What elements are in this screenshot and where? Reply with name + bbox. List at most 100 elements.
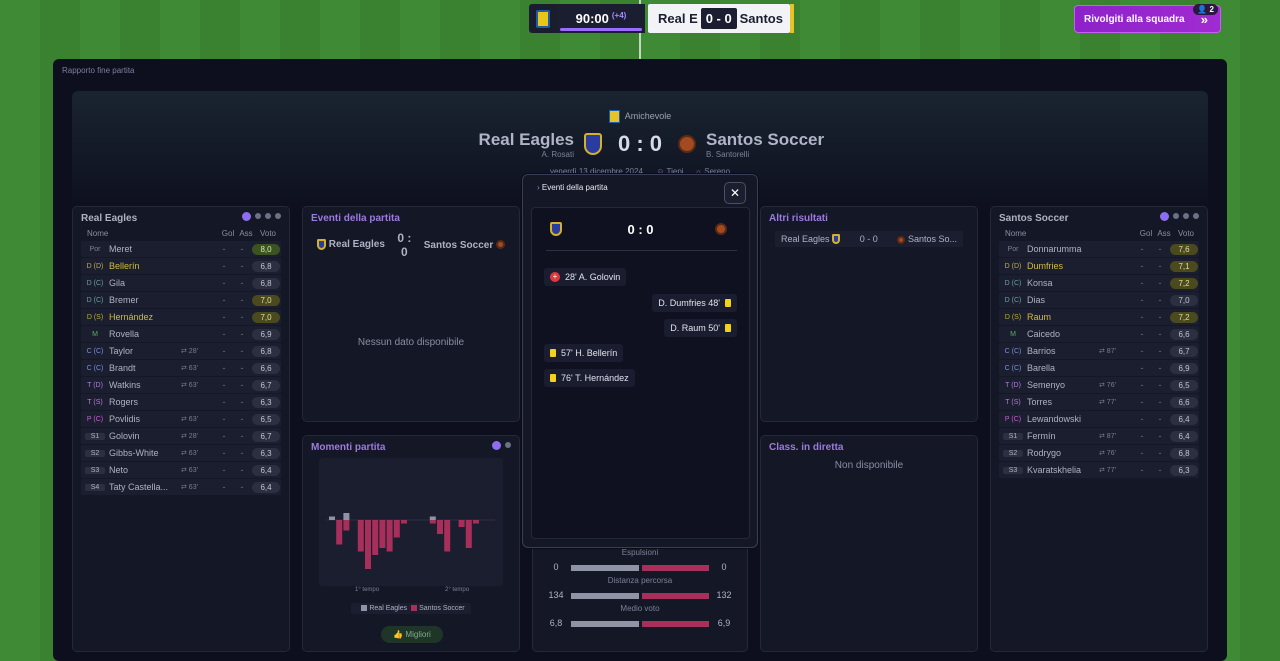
result-row[interactable]: Real Eagles 0 - 0 Santos So... (775, 231, 963, 247)
player-row[interactable]: T (S) Rogers - -6,3 (81, 394, 281, 410)
player-row[interactable]: D (D) Dumfries - -7,1 (999, 258, 1199, 274)
player-name[interactable]: Taylor (109, 346, 181, 356)
player-name[interactable]: Povlidis (109, 414, 181, 424)
player-name[interactable]: Rogers (109, 397, 181, 407)
away-team-name[interactable]: Santos Soccer (706, 130, 824, 150)
player-row[interactable]: S2 Gibbs-White ⇄ 63' - -6,3 (81, 445, 281, 461)
col-name[interactable]: Nome (81, 229, 219, 238)
player-name[interactable]: Gila (109, 278, 181, 288)
match-event[interactable]: +28' A. Golovin (544, 268, 627, 286)
player-row[interactable]: P (C) Povlidis ⇄ 63' - -6,5 (81, 411, 281, 427)
player-name[interactable]: Raum (1027, 312, 1099, 322)
close-button[interactable]: ✕ (724, 182, 746, 204)
player-goals: - (1140, 397, 1144, 407)
col-assists[interactable]: Ass (237, 229, 255, 238)
player-name[interactable]: Golovin (109, 431, 181, 441)
player-row[interactable]: D (C) Konsa - -7,2 (999, 275, 1199, 291)
player-row[interactable]: Por Meret - -8,0 (81, 241, 281, 257)
team-talk-button[interactable]: Rivolgiti alla squadra » 👤 2 (1074, 4, 1221, 33)
col-rating[interactable]: Voto (1173, 229, 1199, 238)
player-goals: - (1140, 465, 1144, 475)
player-row[interactable]: S1 Golovin ⇄ 28' - -6,7 (81, 428, 281, 444)
match-event[interactable]: D. Dumfries 48' (652, 294, 737, 312)
player-row[interactable]: P (C) Lewandowski - -6,4 (999, 411, 1199, 427)
player-name[interactable]: Torres (1027, 397, 1099, 407)
player-name[interactable]: Barrios (1027, 346, 1099, 356)
player-position: S4 (85, 483, 105, 491)
player-name[interactable]: Konsa (1027, 278, 1099, 288)
player-goals: - (1140, 244, 1144, 254)
home-panel-pager[interactable] (242, 212, 281, 221)
player-row[interactable]: S1 Fermín ⇄ 87' - -6,4 (999, 428, 1199, 444)
result-home-name: Real Eagles (781, 233, 830, 244)
player-row[interactable]: D (C) Bremer - -7,0 (81, 292, 281, 308)
match-event[interactable]: D. Raum 50' (664, 319, 737, 337)
player-row[interactable]: D (C) Dias - -7,0 (999, 292, 1199, 308)
player-row[interactable]: C (C) Taylor ⇄ 28' - -6,8 (81, 343, 281, 359)
player-name[interactable]: Hernández (109, 312, 181, 322)
player-row[interactable]: T (D) Semenyo ⇄ 76' - -6,5 (999, 377, 1199, 393)
player-name[interactable]: Taty Castella... (109, 482, 181, 492)
player-row[interactable]: D (S) Raum - -7,2 (999, 309, 1199, 325)
home-table-header: Nome Gol Ass Voto (81, 229, 281, 238)
player-position: S1 (85, 432, 105, 440)
player-name[interactable]: Lewandowski (1027, 414, 1099, 424)
player-name[interactable]: Rodrygo (1027, 448, 1099, 458)
player-row[interactable]: S3 Neto ⇄ 63' - -6,4 (81, 462, 281, 478)
away-moment-bar (336, 520, 343, 545)
stat-bars (571, 621, 709, 627)
player-position: S3 (85, 466, 105, 474)
col-name[interactable]: Nome (999, 229, 1137, 238)
player-row[interactable]: M Rovella - -6,9 (81, 326, 281, 342)
player-name[interactable]: Watkins (109, 380, 181, 390)
other-results-title: Altri risultati (769, 213, 828, 224)
player-name[interactable]: Gibbs-White (109, 448, 181, 458)
player-name[interactable]: Rovella (109, 329, 181, 339)
player-rating: 6,9 (1169, 362, 1199, 374)
player-name[interactable]: Bremer (109, 295, 181, 305)
player-name[interactable]: Meret (109, 244, 181, 254)
match-event[interactable]: 76' T. Hernández (544, 369, 635, 387)
player-row[interactable]: T (D) Watkins ⇄ 63' - -6,7 (81, 377, 281, 393)
player-row[interactable]: C (C) Brandt ⇄ 63' - -6,6 (81, 360, 281, 376)
player-assists: - (240, 448, 244, 458)
player-name[interactable]: Brandt (109, 363, 181, 373)
col-rating[interactable]: Voto (255, 229, 281, 238)
player-name[interactable]: Barella (1027, 363, 1099, 373)
player-name[interactable]: Neto (109, 465, 181, 475)
player-row[interactable]: C (C) Barella - -6,9 (999, 360, 1199, 376)
player-name[interactable]: Bellerín (109, 261, 181, 271)
player-assists: - (1158, 397, 1162, 407)
moments-pager[interactable] (492, 441, 511, 450)
player-row[interactable]: M Caicedo - -6,6 (999, 326, 1199, 342)
modal-away-crest-icon (715, 223, 727, 235)
rating-badge: 6,3 (252, 447, 280, 459)
player-row[interactable]: S3 Kvaratskhelia ⇄ 77' - -6,3 (999, 462, 1199, 478)
col-assists[interactable]: Ass (1155, 229, 1173, 238)
player-name[interactable]: Caicedo (1027, 329, 1099, 339)
player-row[interactable]: Por Donnarumma - -7,6 (999, 241, 1199, 257)
player-position: T (S) (1005, 398, 1021, 406)
player-row[interactable]: S2 Rodrygo ⇄ 76' - -6,8 (999, 445, 1199, 461)
col-goals[interactable]: Gol (219, 229, 237, 238)
player-row[interactable]: D (S) Hernández - -7,0 (81, 309, 281, 325)
player-name[interactable]: Semenyo (1027, 380, 1099, 390)
player-row[interactable]: T (S) Torres ⇄ 77' - -6,6 (999, 394, 1199, 410)
player-row[interactable]: D (C) Gila - -6,8 (81, 275, 281, 291)
player-row[interactable]: S4 Taty Castella... ⇄ 63' - -6,4 (81, 479, 281, 495)
player-row[interactable]: D (D) Bellerín - -6,8 (81, 258, 281, 274)
best-moments-button[interactable]: 👍 Migliori (381, 626, 443, 643)
player-goals: - (222, 346, 226, 356)
col-goals[interactable]: Gol (1137, 229, 1155, 238)
player-row[interactable]: C (C) Barrios ⇄ 87' - -6,7 (999, 343, 1199, 359)
player-name[interactable]: Fermín (1027, 431, 1099, 441)
home-moment-bar (343, 513, 350, 520)
player-name[interactable]: Dias (1027, 295, 1099, 305)
match-event[interactable]: 57' H. Bellerín (544, 344, 624, 362)
moments-panel: Momenti partita 1° tempo 2° tempo Real E… (302, 435, 520, 652)
chart-legend: Real Eagles Santos Soccer (303, 603, 519, 614)
player-name[interactable]: Donnarumma (1027, 244, 1099, 254)
player-name[interactable]: Dumfries (1027, 261, 1099, 271)
player-name[interactable]: Kvaratskhelia (1027, 465, 1099, 475)
away-panel-pager[interactable] (1160, 212, 1199, 221)
